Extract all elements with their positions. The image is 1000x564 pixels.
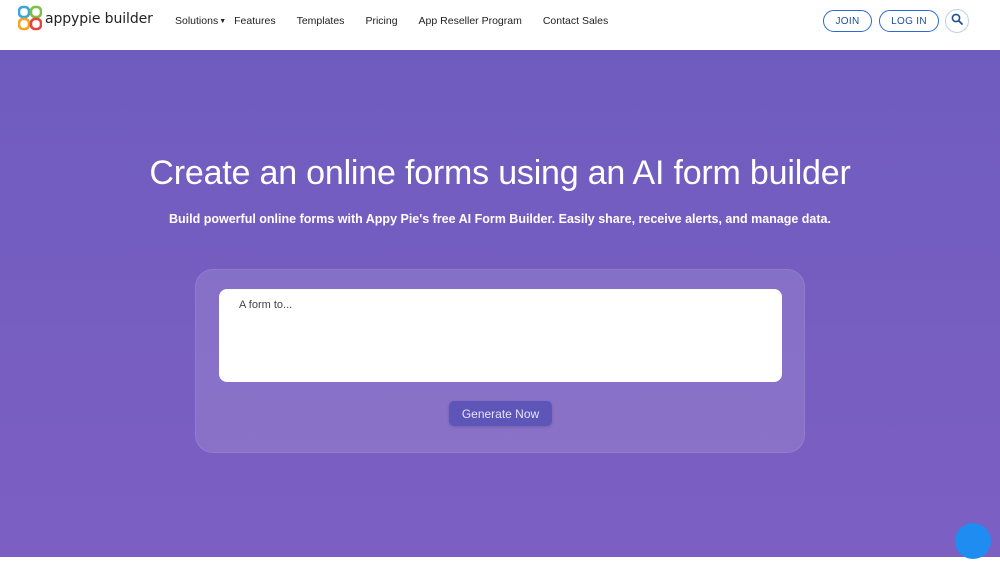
page-title: Create an online forms using an AI form … xyxy=(149,154,851,192)
page-bottom-strip xyxy=(0,557,1000,564)
search-button[interactable] xyxy=(945,9,969,33)
form-prompt-input[interactable] xyxy=(219,289,782,382)
appypie-logo-icon xyxy=(17,5,43,32)
form-generator-panel: Generate Now xyxy=(195,269,805,453)
site-header: appypie builder Solutions ▼ Features Tem… xyxy=(0,0,1000,50)
brand-name: appypie builder xyxy=(45,10,153,27)
chat-icon[interactable] xyxy=(955,523,991,559)
nav-item-label: Solutions xyxy=(175,15,219,27)
join-button[interactable]: JOIN xyxy=(823,10,872,32)
nav-item-templates[interactable]: Templates xyxy=(297,15,345,27)
nav-item-contact-sales[interactable]: Contact Sales xyxy=(543,15,608,27)
login-button[interactable]: LOG IN xyxy=(879,10,939,32)
nav-item-app-reseller-program[interactable]: App Reseller Program xyxy=(419,15,522,27)
hero-section: Create an online forms using an AI form … xyxy=(0,50,1000,557)
caret-down-icon: ▼ xyxy=(219,17,227,25)
nav-item-features[interactable]: Features xyxy=(234,15,275,27)
nav-item-pricing[interactable]: Pricing xyxy=(365,15,397,27)
generate-now-button[interactable]: Generate Now xyxy=(449,401,552,426)
main-nav: Solutions ▼ Features Templates Pricing A… xyxy=(175,15,629,27)
hero-subtitle: Build powerful online forms with Appy Pi… xyxy=(169,212,831,226)
nav-item-solutions[interactable]: Solutions ▼ xyxy=(175,15,226,27)
search-icon xyxy=(951,12,963,30)
brand-logo[interactable]: appypie builder xyxy=(17,5,153,32)
